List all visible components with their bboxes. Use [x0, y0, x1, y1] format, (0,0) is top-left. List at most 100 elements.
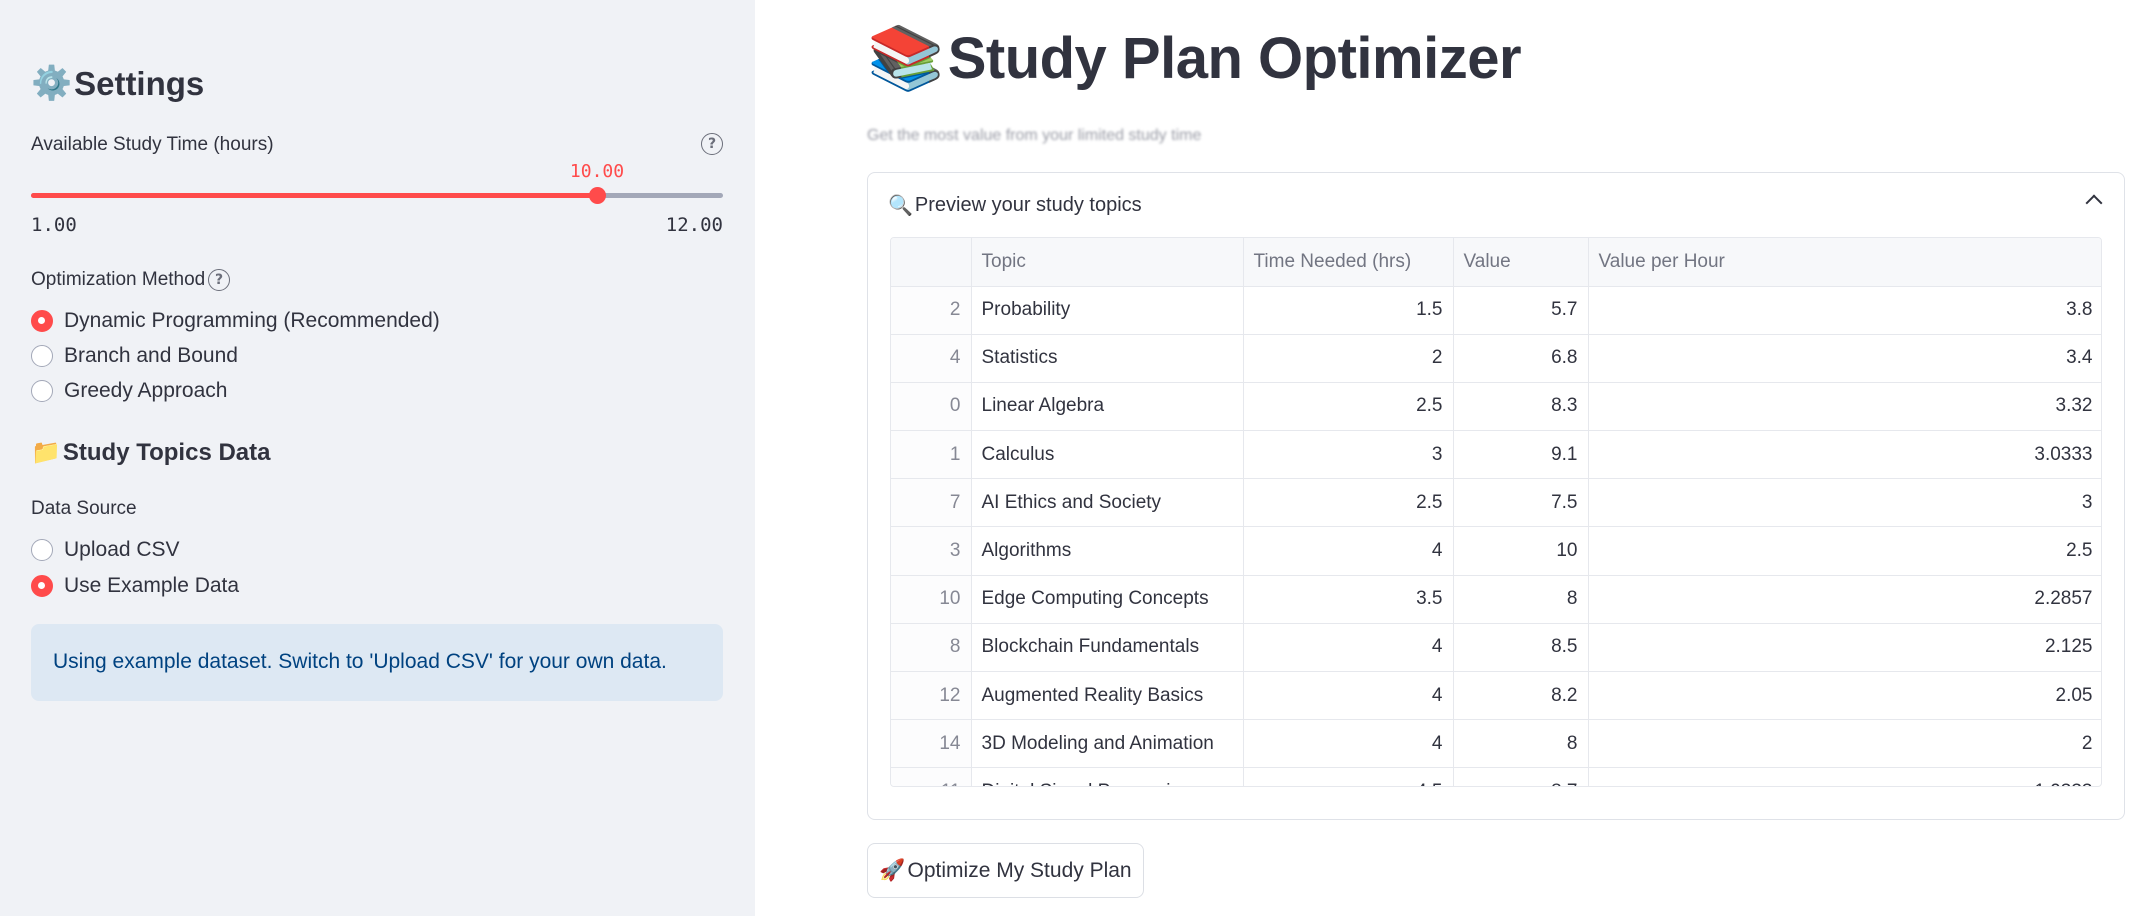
cell-value-per-hour: 3.8 [1588, 286, 2101, 335]
study-time-label: Available Study Time (hours) [31, 134, 274, 155]
main-content: 📚 Study Plan Optimizer Get the most valu… [755, 0, 2138, 916]
folder-icon: 📁 [31, 439, 61, 466]
optimize-button[interactable]: 🚀 Optimize My Study Plan [867, 843, 1144, 898]
column-header-value[interactable]: Value [1453, 238, 1589, 287]
page-subtitle: Get the most value from your limited stu… [867, 127, 1202, 144]
table-row[interactable]: 8 Blockchain Fundamentals 4 8.5 2.125 [891, 623, 2101, 673]
cell-value-per-hour: 2.125 [1588, 623, 2101, 673]
optimize-button-label: Optimize My Study Plan [907, 858, 1132, 882]
cell-time: 2.5 [1243, 478, 1454, 528]
cell-value-per-hour: 2.5 [1588, 526, 2101, 576]
column-header-index[interactable] [891, 238, 972, 287]
table-row[interactable]: 12 Augmented Reality Basics 4 8.2 2.05 [891, 671, 2101, 721]
help-icon[interactable]: ? [208, 269, 230, 291]
cell-time: 4 [1243, 671, 1454, 721]
column-header-value-per-hour[interactable]: Value per Hour [1588, 238, 2101, 287]
page-title-text: Study Plan Optimizer [947, 26, 1522, 91]
table-row[interactable]: 7 AI Ethics and Society 2.5 7.5 3 [891, 478, 2101, 528]
radio-upload-csv[interactable]: Upload CSV [31, 538, 180, 562]
radio-use-example-data[interactable]: Use Example Data [31, 574, 239, 598]
cell-value-per-hour: 3.32 [1588, 382, 2101, 432]
cell-time: 3.5 [1243, 575, 1454, 624]
cell-index: 0 [891, 382, 972, 432]
radio-indicator [31, 345, 53, 367]
study-time-slider[interactable] [31, 187, 723, 204]
data-source-label: Data Source [31, 498, 137, 519]
cell-value: 5.7 [1453, 286, 1589, 335]
cell-value-per-hour: 3.4 [1588, 334, 2101, 383]
cell-topic: Augmented Reality Basics [971, 671, 1244, 721]
cell-time: 2.5 [1243, 382, 1454, 432]
settings-heading: ⚙️ Settings [31, 64, 204, 103]
cell-time: 4 [1243, 623, 1454, 673]
help-icon[interactable]: ? [701, 133, 723, 155]
radio-indicator [31, 575, 53, 597]
slider-value: 10.00 [569, 161, 625, 182]
radio-label: Branch and Bound [64, 344, 238, 367]
radio-label: Upload CSV [64, 538, 180, 561]
cell-value: 9.1 [1453, 430, 1589, 480]
cell-value: 8 [1453, 575, 1589, 624]
page-title: 📚 Study Plan Optimizer [867, 22, 1522, 95]
radio-label: Dynamic Programming (Recommended) [64, 309, 440, 332]
cell-value-per-hour: 3.0333 [1588, 430, 2101, 480]
cell-topic: Linear Algebra [971, 382, 1244, 432]
table-row[interactable]: 14 3D Modeling and Animation 4 8 2 [891, 719, 2101, 769]
cell-time: 4 [1243, 719, 1454, 769]
table-row[interactable]: 1 Calculus 3 9.1 3.0333 [891, 430, 2101, 480]
column-header-time[interactable]: Time Needed (hrs) [1243, 238, 1454, 287]
books-icon: 📚 [867, 24, 944, 93]
cell-value: 8 [1453, 719, 1589, 769]
cell-index: 14 [891, 719, 972, 769]
cell-topic: Edge Computing Concepts [971, 575, 1244, 624]
cell-value: 8.2 [1453, 671, 1589, 721]
slider-fill [31, 193, 597, 198]
cell-value-per-hour: 2.05 [1588, 671, 2101, 721]
cell-value: 8.7 [1453, 767, 1589, 786]
table-row[interactable]: 3 Algorithms 4 10 2.5 [891, 526, 2101, 576]
table-row[interactable]: 11Digital Signal Processing4.58.71.9333 [891, 767, 2101, 786]
cell-index: 12 [891, 671, 972, 721]
radio-indicator [31, 539, 53, 561]
radio-dynamic-programming[interactable]: Dynamic Programming (Recommended) [31, 309, 440, 333]
cell-value: 8.5 [1453, 623, 1589, 673]
gear-icon: ⚙️ [31, 64, 73, 101]
radio-branch-and-bound[interactable]: Branch and Bound [31, 344, 238, 368]
slider-min-label: 1.00 [31, 214, 77, 236]
slider-thumb[interactable] [589, 187, 606, 204]
cell-value: 7.5 [1453, 478, 1589, 528]
table-row[interactable]: 10 Edge Computing Concepts 3.5 8 2.2857 [891, 575, 2101, 624]
study-topics-heading: 📁 Study Topics Data [31, 438, 270, 467]
slider-max-label: 12.00 [665, 214, 723, 236]
cell-time: 2 [1243, 334, 1454, 383]
cell-value: 6.8 [1453, 334, 1589, 383]
radio-greedy-approach[interactable]: Greedy Approach [31, 379, 227, 403]
radio-indicator [31, 310, 53, 332]
cell-topic: Blockchain Fundamentals [971, 623, 1244, 673]
cell-value-per-hour: 2.2857 [1588, 575, 2101, 624]
topics-table[interactable]: Topic Time Needed (hrs) Value Value per … [890, 237, 2102, 787]
cell-time: 3 [1243, 430, 1454, 480]
cell-value-per-hour: 3 [1588, 478, 2101, 528]
cell-value-per-hour: 1.9333 [1588, 767, 2101, 786]
chevron-up-icon[interactable] [2085, 194, 2103, 212]
study-topics-title: Study Topics Data [62, 438, 271, 466]
cell-index: 1 [891, 430, 972, 480]
cell-value: 8.3 [1453, 382, 1589, 432]
expander-header[interactable]: 🔍 Preview your study topics [888, 193, 1142, 218]
table-row[interactable]: 0 Linear Algebra 2.5 8.3 3.32 [891, 382, 2101, 432]
cell-index: 7 [891, 478, 972, 528]
cell-topic: 3D Modeling and Animation [971, 719, 1244, 769]
cell-index: 11 [891, 767, 972, 786]
cell-topic: AI Ethics and Society [971, 478, 1244, 528]
cell-index: 8 [891, 623, 972, 673]
cell-topic: Algorithms [971, 526, 1244, 576]
settings-title: Settings [74, 64, 205, 102]
table-row[interactable]: 4 Statistics 2 6.8 3.4 [891, 334, 2101, 383]
table-row[interactable]: 2 Probability 1.5 5.7 3.8 [891, 286, 2101, 335]
topics-preview-expander: 🔍 Preview your study topics Topic Time N… [867, 172, 2125, 820]
column-header-topic[interactable]: Topic [971, 238, 1244, 287]
cell-index: 4 [891, 334, 972, 383]
radio-label: Greedy Approach [64, 379, 228, 402]
magnifier-icon: 🔍 [888, 195, 913, 217]
